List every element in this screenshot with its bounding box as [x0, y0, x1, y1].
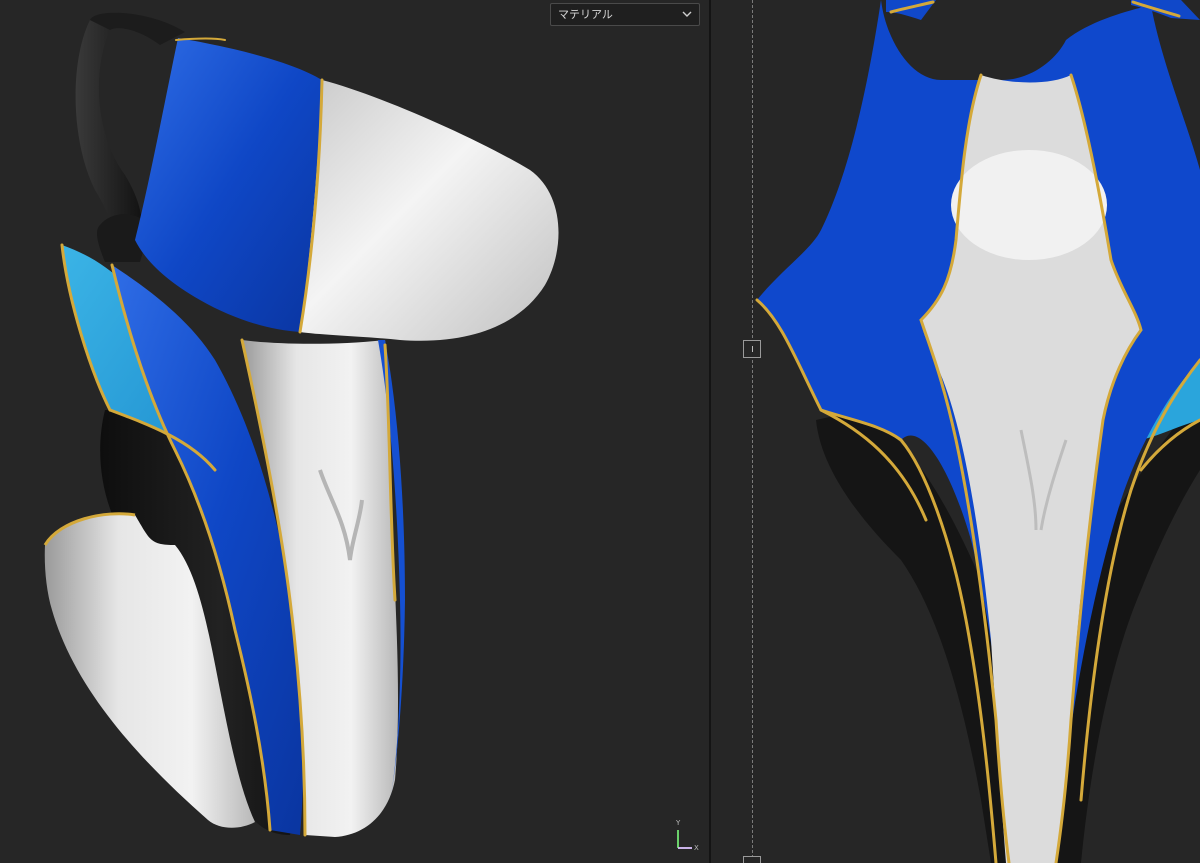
render-mode-label: マテリアル	[558, 8, 613, 21]
gizmo-x-label: X	[694, 844, 699, 852]
clo-workspace: マテリアル Y X	[0, 0, 1200, 863]
center-axis-handle-bottom[interactable]	[743, 856, 761, 863]
viewport-3d[interactable]: マテリアル Y X	[0, 0, 710, 863]
render-mode-dropdown[interactable]: マテリアル	[550, 3, 700, 26]
center-axis-line	[752, 0, 753, 863]
garment-front-view[interactable]	[711, 0, 1200, 863]
white-bust	[300, 80, 559, 341]
center-axis-handle[interactable]	[743, 340, 761, 358]
axis-gizmo-icon: Y X	[668, 818, 704, 858]
blue-bust-cup	[135, 38, 322, 332]
gizmo-y-label: Y	[676, 819, 681, 827]
garment-3d-model[interactable]	[0, 0, 710, 863]
chevron-down-icon	[681, 4, 693, 25]
viewport-2d[interactable]	[711, 0, 1200, 863]
